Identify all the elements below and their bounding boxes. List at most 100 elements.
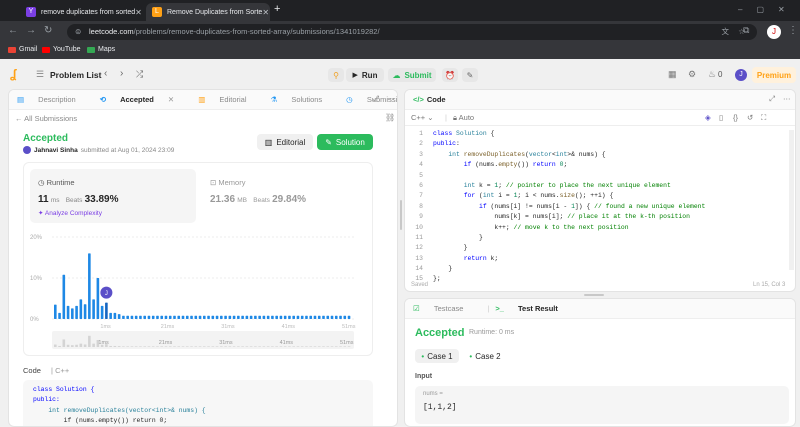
runtime-bar[interactable] (305, 315, 308, 319)
runtime-bar[interactable] (249, 315, 253, 319)
runtime-bar[interactable] (292, 315, 295, 319)
bookmark-maps[interactable]: Maps (87, 46, 115, 53)
problem-list-link[interactable]: Problem List (50, 70, 101, 80)
code-line[interactable]: 6 int k = 1; // pointer to place the nex… (405, 181, 795, 191)
tab-testcase[interactable]: ☑ Testcase (413, 304, 475, 313)
runtime-bar[interactable] (279, 315, 283, 319)
runtime-bar[interactable] (300, 315, 304, 319)
runtime-bar[interactable] (92, 299, 95, 319)
browser-tab-2[interactable]: L Remove Duplicates from Sorte ✕ (146, 3, 270, 21)
runtime-bar[interactable] (334, 315, 338, 319)
runtime-bar[interactable] (173, 315, 176, 319)
close-tab-icon[interactable]: ✕ (135, 8, 142, 17)
runtime-bar[interactable] (198, 315, 202, 319)
runtime-bar[interactable] (96, 278, 100, 319)
runtime-bar[interactable] (130, 315, 134, 319)
fullscreen-icon[interactable]: ⛶ (761, 113, 766, 123)
bookmark-gmail[interactable]: Gmail (8, 46, 37, 53)
code-line[interactable]: 1 class Solution { (405, 129, 795, 139)
runtime-bar[interactable] (109, 312, 112, 319)
runtime-bar[interactable] (181, 315, 185, 319)
code-line[interactable]: 8 if (nums[i] != nums[i - 1]) { // found… (405, 202, 795, 212)
code-line[interactable]: 4 if (nums.empty()) return 0; (405, 160, 795, 170)
url-field[interactable]: ⊜ leetcode.com/problems/remove-duplicate… (67, 24, 757, 40)
runtime-distribution-chart[interactable]: 20% 10% 0% J 1ms 21ms 31ms 41ms 51ms 1ms 21ms 31ms 4… (24, 227, 374, 355)
runtime-bar[interactable] (79, 299, 83, 319)
forward-icon[interactable]: → (26, 25, 36, 36)
runtime-bar[interactable] (58, 312, 61, 319)
runtime-bar[interactable] (139, 315, 142, 319)
runtime-bar[interactable] (207, 315, 210, 319)
runtime-bar[interactable] (237, 315, 240, 319)
code-line[interactable]: 5 (405, 171, 795, 181)
code-line[interactable]: 3 int removeDuplicates(vector<int>& nums… (405, 150, 795, 160)
auto-mode-toggle[interactable]: 🔒︎ Auto (453, 113, 474, 123)
runtime-bar[interactable] (245, 315, 249, 319)
runtime-bar[interactable] (262, 315, 266, 319)
runtime-bar[interactable] (100, 305, 104, 319)
runtime-bar[interactable] (228, 315, 232, 319)
runtime-bar[interactable] (271, 315, 274, 319)
ai-icon[interactable]: ◈ (705, 113, 711, 122)
runtime-bar[interactable] (296, 315, 300, 319)
runtime-bar[interactable] (211, 315, 215, 319)
runtime-bar[interactable] (194, 315, 198, 319)
runtime-bar[interactable] (151, 315, 155, 319)
memory-box[interactable]: ⊡ Memory 21.36 MB Beats 29.84% (202, 169, 368, 223)
solution-button[interactable]: ✎ Solution (317, 134, 373, 150)
analyze-complexity-link[interactable]: ✦ Analyze Complexity (38, 209, 102, 217)
window-controls[interactable]: –▢✕ (738, 5, 799, 14)
runtime-bar[interactable] (241, 315, 244, 319)
notes-icon[interactable]: ✎ (462, 68, 478, 82)
reset-icon[interactable]: ↺ (747, 113, 753, 122)
layout-icon[interactable]: ▦ (668, 69, 677, 80)
runtime-bar[interactable] (117, 314, 121, 319)
runtime-bar[interactable] (105, 302, 108, 319)
runtime-bar[interactable] (147, 315, 151, 319)
profile-avatar[interactable]: J (767, 25, 781, 39)
code-line[interactable]: 12 } (405, 243, 795, 253)
back-icon[interactable]: ← (8, 25, 18, 36)
runtime-bar[interactable] (54, 304, 57, 319)
share-link-icon[interactable]: ⛓ (385, 113, 395, 122)
runtime-bar[interactable] (288, 315, 291, 319)
tab-test-result[interactable]: >_ Test Result (495, 304, 570, 313)
code-line[interactable]: 10 k++; // move k to the next position (405, 223, 795, 233)
runtime-bar[interactable] (190, 315, 193, 319)
code-line[interactable]: 15}; (405, 274, 795, 284)
code-line[interactable]: 9 nums[k] = nums[i]; // place it at the … (405, 212, 795, 222)
runtime-bar[interactable] (232, 315, 236, 319)
new-tab-icon[interactable]: + (274, 3, 280, 15)
problem-list-icon[interactable]: ☰ (36, 69, 44, 80)
runtime-bar[interactable] (322, 315, 325, 319)
runtime-bar[interactable] (143, 315, 146, 319)
runtime-bar[interactable] (164, 315, 168, 319)
runtime-bar[interactable] (220, 315, 223, 319)
close-tab-icon[interactable]: ✕ (168, 95, 174, 104)
browser-menu-icon[interactable]: ⋮ (788, 25, 798, 36)
expand-icon[interactable]: ⤢ (769, 94, 775, 104)
author-name[interactable]: Jahnavi Sinha (34, 147, 78, 154)
runtime-bar[interactable] (122, 315, 125, 319)
format-braces-icon[interactable]: {} (733, 113, 738, 122)
runtime-bar[interactable] (317, 315, 321, 319)
vertical-splitter[interactable] (400, 200, 402, 230)
runtime-bar[interactable] (275, 315, 278, 319)
tab-description[interactable]: ▤ Description (17, 95, 88, 104)
runtime-bar[interactable] (126, 315, 129, 319)
bookmark-youtube[interactable]: YouTube (42, 46, 81, 53)
extensions-icon[interactable]: ⧉ (743, 25, 749, 36)
runtime-bar[interactable] (113, 312, 117, 319)
panel-menu-icon[interactable]: ⋯ (387, 94, 395, 103)
premium-button[interactable]: Premium (752, 67, 796, 83)
runtime-bar[interactable] (330, 315, 334, 319)
code-line[interactable]: 14 } (405, 264, 795, 274)
translate-icon[interactable]: 文 (722, 24, 730, 40)
submit-button[interactable]: ☁ Submit (388, 68, 436, 82)
runtime-bar[interactable] (326, 315, 330, 319)
runtime-bar[interactable] (339, 315, 342, 319)
debug-icon[interactable]: ⚲ (328, 68, 344, 82)
runtime-bar[interactable] (224, 315, 227, 319)
prev-problem-icon[interactable]: ‹ (104, 68, 107, 79)
runtime-box[interactable]: ◷ Runtime 11 ms Beats 33.89% ✦ Analyze C… (30, 169, 196, 223)
